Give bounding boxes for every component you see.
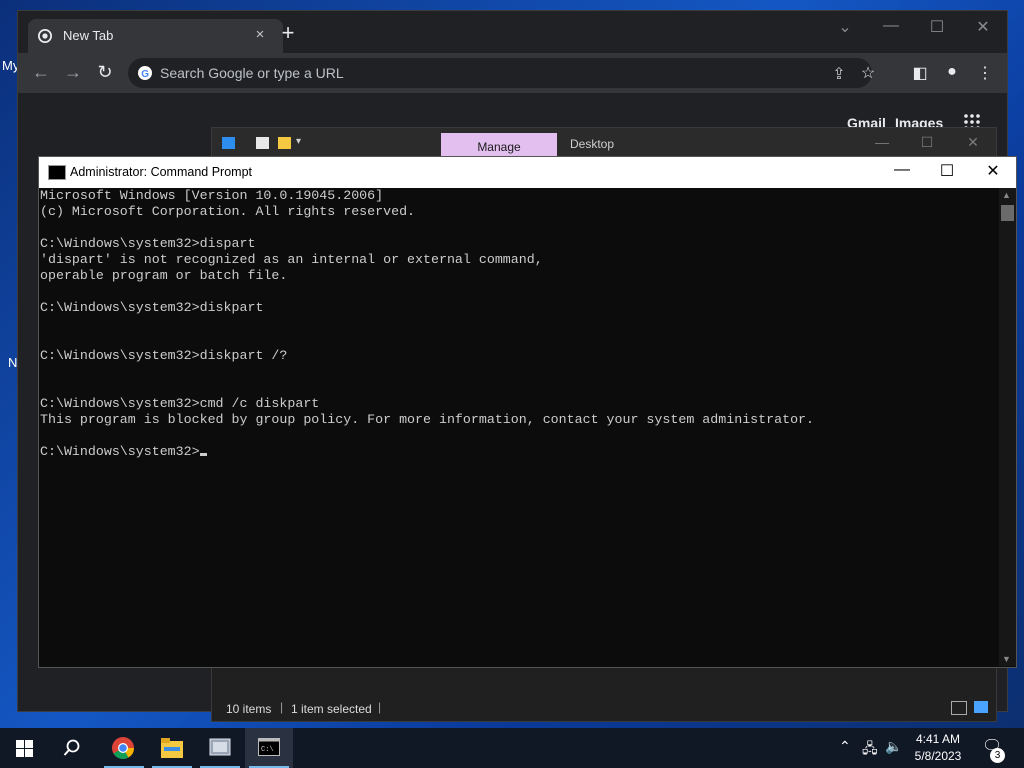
explorer-minimize-button[interactable]: — [862,134,902,150]
chrome-icon [112,737,134,759]
chrome-menu-icon[interactable]: ⋮ [974,63,996,83]
chrome-toolbar: ← → ↻ G ⇪ ☆ ◧ ● ⋮ [18,53,1007,93]
new-tab-button[interactable]: + [276,22,300,44]
status-selected: 1 item selected [291,702,372,716]
status-item-count: 10 items [226,702,272,716]
cmd-minimize-button[interactable]: — [879,161,925,179]
file-explorer-icon [161,738,183,758]
scroll-thumb[interactable] [1001,205,1014,221]
cmd-title-bar: Administrator: Command Prompt — ☐ ✕ [39,157,1016,188]
desktop-icon-label-n[interactable]: N [8,355,17,370]
qat-dropdown-icon[interactable]: ▾ [296,136,301,147]
omnibox-input[interactable] [160,58,820,88]
console-line: C:\Windows\system32>dispart [40,236,256,251]
console-line: This program is blocked by group policy.… [40,412,815,427]
taskbar: C:\ ⌃ 🖧 🔈 4:41 AM 5/8/2023 🗨 3 [0,728,1024,768]
tab-new-tab[interactable]: New Tab × [28,19,283,53]
chrome-maximize-button[interactable]: ☐ [914,17,960,37]
show-hidden-icons-chevron[interactable]: ⌃ [839,738,851,755]
share-icon[interactable]: ⇪ [828,64,850,84]
console-line: Microsoft Windows [Version 10.0.19045.20… [40,188,384,203]
explorer-close-button[interactable]: ✕ [953,134,993,151]
console-line: 'dispart' is not recognized as an intern… [40,252,543,267]
cmd-window-title: Administrator: Command Prompt [70,165,253,179]
chrome-close-button[interactable]: ✕ [960,17,1006,37]
large-icons-view-icon[interactable] [974,701,988,713]
cmd-scrollbar[interactable]: ▲ ▼ [999,188,1016,666]
tab-search-button[interactable]: ⌄ [822,17,868,37]
text-cursor [199,453,207,456]
svg-text:G: G [141,69,149,80]
svg-text:C:\: C:\ [261,746,274,754]
start-icon [16,740,33,757]
control-panel-icon [209,738,231,756]
tab-desktop[interactable]: Desktop [570,137,614,151]
tab-manage[interactable]: Manage [441,133,557,158]
console-line: operable program or batch file. [40,268,288,283]
clock-time: 4:41 AM [915,732,961,746]
bookmark-star-icon[interactable]: ☆ [857,63,879,83]
explorer-title-bar: ▾ Manage Desktop — ☐ ✕ [212,128,996,158]
taskbar-clock[interactable]: 4:41 AM 5/8/2023 [908,731,968,765]
omnibox[interactable]: G ⇪ ☆ [128,58,875,88]
taskbar-control-panel[interactable] [196,728,244,768]
console-line: C:\Windows\system32> [40,444,1000,460]
scroll-down-icon[interactable]: ▼ [1002,654,1011,664]
cmd-maximize-button[interactable]: ☐ [924,161,970,181]
profile-icon[interactable]: ● [941,63,963,81]
side-panel-icon[interactable]: ◧ [909,63,931,83]
taskbar-chrome[interactable] [100,728,148,768]
taskbar-file-explorer[interactable] [148,728,196,768]
tab-strip: New Tab × + ⌄ — ☐ ✕ [18,11,1007,53]
reload-icon[interactable]: ↻ [93,62,117,83]
status-divider: | [378,700,382,714]
back-arrow-icon[interactable]: ← [29,62,53,83]
network-icon[interactable]: 🖧 [862,738,878,762]
explorer-status-bar: 10 items | 1 item selected | [212,696,996,721]
tab-title: New Tab [63,28,114,43]
chrome-tab-icon [38,29,52,43]
status-divider: | [280,700,284,714]
volume-icon[interactable]: 🔈 [885,738,902,755]
new-folder-icon[interactable] [278,137,291,149]
command-prompt-icon: C:\ [258,738,280,756]
cmd-window-icon [48,165,66,180]
cmd-close-button[interactable]: ✕ [970,161,1016,181]
console-line: C:\Windows\system32>cmd /c diskpart [40,396,320,411]
console-line: C:\Windows\system32>diskpart /? [40,348,288,363]
chrome-minimize-button[interactable]: — [868,17,914,35]
taskbar-search-button[interactable] [48,728,96,768]
taskbar-command-prompt[interactable]: C:\ [245,728,293,768]
properties-icon[interactable] [256,137,269,149]
details-view-icon[interactable] [951,701,967,715]
console-output[interactable]: Microsoft Windows [Version 10.0.19045.20… [39,188,1000,666]
start-button[interactable] [0,728,48,768]
search-icon [63,739,80,756]
forward-arrow-icon[interactable]: → [61,62,85,83]
explorer-maximize-button[interactable]: ☐ [907,134,947,151]
scroll-up-icon[interactable]: ▲ [1002,190,1011,200]
tab-close-icon[interactable]: × [251,26,269,43]
command-prompt-window: Administrator: Command Prompt — ☐ ✕ Micr… [38,156,1017,668]
console-line: C:\Windows\system32>diskpart [40,300,264,315]
google-g-icon: G [138,66,152,80]
clock-date: 5/8/2023 [914,749,962,763]
explorer-window-icon [222,137,235,149]
console-line: (c) Microsoft Corporation. All rights re… [40,204,416,219]
notification-count-badge: 3 [990,748,1005,763]
